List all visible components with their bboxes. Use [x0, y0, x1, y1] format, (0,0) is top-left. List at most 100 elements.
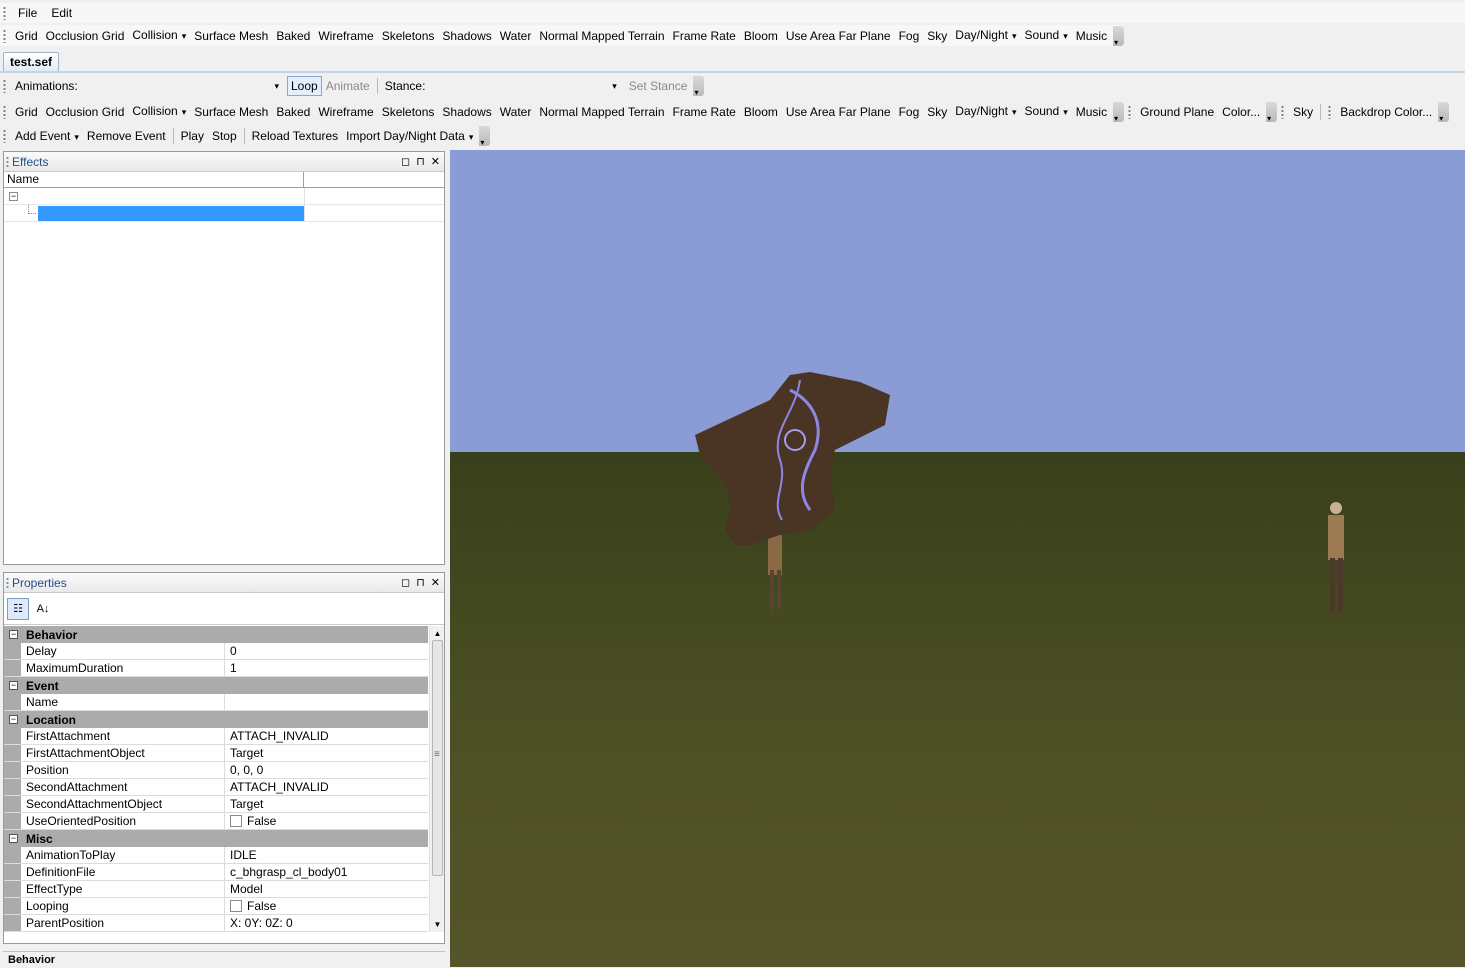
collapse-icon[interactable]: −	[9, 681, 18, 690]
document-tab[interactable]: test.sef	[3, 52, 60, 72]
toggle-bloom[interactable]: Bloom	[740, 26, 782, 46]
toolbar-grip[interactable]	[3, 28, 6, 43]
stop-button[interactable]: Stop	[208, 126, 241, 146]
alphabetical-sort-icon[interactable]: A↓	[32, 598, 54, 620]
toolbar-grip[interactable]	[1281, 104, 1285, 119]
character-model-left[interactable]	[768, 535, 782, 610]
collapse-icon[interactable]: −	[9, 192, 18, 201]
property-row-firstattachment[interactable]: FirstAttachment ATTACH_INVALID	[4, 728, 428, 745]
toggle-fog[interactable]: Fog	[895, 26, 924, 46]
property-row-useorientedposition[interactable]: UseOrientedPosition False	[4, 813, 428, 830]
import-daynight-button[interactable]: Import Day/Night Data	[342, 126, 477, 147]
toggle-occlusion-grid[interactable]: Occlusion Grid	[42, 26, 129, 46]
toolbar-grip[interactable]	[1328, 104, 1332, 119]
scrollbar-thumb[interactable]	[432, 640, 443, 876]
loop-button[interactable]: Loop	[287, 76, 322, 96]
remove-event-button[interactable]: Remove Event	[83, 126, 170, 146]
toggle-collision[interactable]: Collision	[128, 25, 190, 46]
toggle-sound[interactable]: Sound	[1021, 101, 1072, 122]
column-header-name[interactable]: Name	[4, 172, 304, 187]
property-value[interactable]: 0	[225, 643, 428, 659]
animations-dropdown[interactable]: Animations: ▾	[11, 77, 283, 95]
toggle-water[interactable]: Water	[496, 26, 536, 46]
toolbar-overflow-button[interactable]	[1113, 25, 1125, 47]
toggle-bloom[interactable]: Bloom	[740, 102, 782, 122]
button-color[interactable]: Color...	[1218, 102, 1264, 122]
toolbar-grip[interactable]	[1128, 104, 1132, 119]
toggle-music[interactable]: Music	[1072, 26, 1111, 46]
button-ground-plane[interactable]: Ground Plane	[1136, 102, 1218, 122]
toolbar-grip[interactable]	[3, 104, 6, 119]
3d-viewport[interactable]	[450, 150, 1465, 967]
toolbar-grip[interactable]	[3, 79, 6, 93]
property-row-secondattachmentobject[interactable]: SecondAttachmentObject Target	[4, 796, 428, 813]
property-value[interactable]: Target	[225, 745, 428, 761]
add-event-button[interactable]: Add Event	[11, 126, 83, 147]
property-row-effecttype[interactable]: EffectType Model	[4, 881, 428, 898]
pin-icon[interactable]: ⊓	[416, 155, 425, 168]
toolbar-overflow-button[interactable]	[693, 76, 705, 97]
toggle-shadows[interactable]: Shadows	[438, 26, 495, 46]
property-category-location[interactable]: − Location	[4, 711, 428, 728]
property-row-position[interactable]: Position 0, 0, 0	[4, 762, 428, 779]
property-value[interactable]: IDLE	[225, 847, 428, 863]
property-category-behavior[interactable]: − Behavior	[4, 626, 428, 643]
property-row-name[interactable]: Name	[4, 694, 428, 711]
toggle-grid[interactable]: Grid	[11, 26, 42, 46]
toggle-fog[interactable]: Fog	[895, 102, 924, 122]
toggle-wireframe[interactable]: Wireframe	[314, 102, 377, 122]
property-value[interactable]: 1	[225, 660, 428, 676]
toggle-surface-mesh[interactable]: Surface Mesh	[190, 26, 272, 46]
toggle-sky[interactable]: Sky	[923, 26, 951, 46]
toggle-frame-rate[interactable]: Frame Rate	[669, 26, 740, 46]
toolbar-overflow-button[interactable]	[1113, 101, 1125, 123]
panel-grip[interactable]	[6, 577, 9, 589]
property-value[interactable]: X: 0Y: 0Z: 0	[225, 915, 428, 931]
property-value[interactable]: Model	[225, 881, 428, 897]
toggle-baked[interactable]: Baked	[272, 26, 314, 46]
checkbox[interactable]	[230, 900, 242, 912]
toggle-skeletons[interactable]: Skeletons	[378, 26, 439, 46]
property-row-secondattachment[interactable]: SecondAttachment ATTACH_INVALID	[4, 779, 428, 796]
toggle-frame-rate[interactable]: Frame Rate	[669, 102, 740, 122]
property-row-looping[interactable]: Looping False	[4, 898, 428, 915]
selected-effect-row[interactable]	[38, 206, 304, 221]
property-value[interactable]: ATTACH_INVALID	[225, 779, 428, 795]
property-row-animationtoplay[interactable]: AnimationToPlay IDLE	[4, 847, 428, 864]
property-value[interactable]: False	[225, 898, 428, 914]
pin-icon[interactable]: ⊓	[416, 576, 425, 589]
toggle-use-area-far-plane[interactable]: Use Area Far Plane	[782, 102, 895, 122]
menu-edit[interactable]: Edit	[44, 4, 79, 22]
toolbar-grip[interactable]	[3, 6, 6, 20]
property-category-event[interactable]: − Event	[4, 677, 428, 694]
close-icon[interactable]: ✕	[431, 576, 440, 589]
toggle-day-night[interactable]: Day/Night	[951, 101, 1020, 122]
float-window-icon[interactable]: ◻	[401, 576, 410, 589]
toggle-normal-mapped-terrain[interactable]: Normal Mapped Terrain	[535, 102, 668, 122]
property-row-definitionfile[interactable]: DefinitionFile c_bhgrasp_cl_body01	[4, 864, 428, 881]
tree-row-root[interactable]: −	[4, 188, 444, 205]
panel-grip[interactable]	[6, 156, 9, 168]
toggle-baked[interactable]: Baked	[272, 102, 314, 122]
stance-dropdown[interactable]: Stance: ▾	[381, 77, 621, 95]
property-row-parentposition[interactable]: ParentPosition X: 0Y: 0Z: 0	[4, 915, 428, 932]
property-value[interactable]: False	[225, 813, 428, 829]
float-window-icon[interactable]: ◻	[401, 155, 410, 168]
toggle-occlusion-grid[interactable]: Occlusion Grid	[42, 102, 129, 122]
property-value[interactable]: 0, 0, 0	[225, 762, 428, 778]
property-row-delay[interactable]: Delay 0	[4, 643, 428, 660]
checkbox[interactable]	[230, 815, 242, 827]
property-category-misc[interactable]: − Misc	[4, 830, 428, 847]
toggle-wireframe[interactable]: Wireframe	[314, 26, 377, 46]
scroll-up-icon[interactable]: ▲	[430, 626, 445, 641]
animate-button[interactable]: Animate	[322, 76, 374, 96]
toggle-shadows[interactable]: Shadows	[438, 102, 495, 122]
property-value[interactable]: Target	[225, 796, 428, 812]
button-sky[interactable]: Sky	[1289, 102, 1317, 122]
collapse-icon[interactable]: −	[9, 834, 18, 843]
scroll-down-icon[interactable]: ▼	[430, 917, 445, 932]
column-header-value[interactable]	[304, 172, 307, 187]
hand-effect-model[interactable]	[695, 372, 890, 545]
character-model-right[interactable]	[1328, 502, 1344, 613]
property-row-firstattachmentobject[interactable]: FirstAttachmentObject Target	[4, 745, 428, 762]
